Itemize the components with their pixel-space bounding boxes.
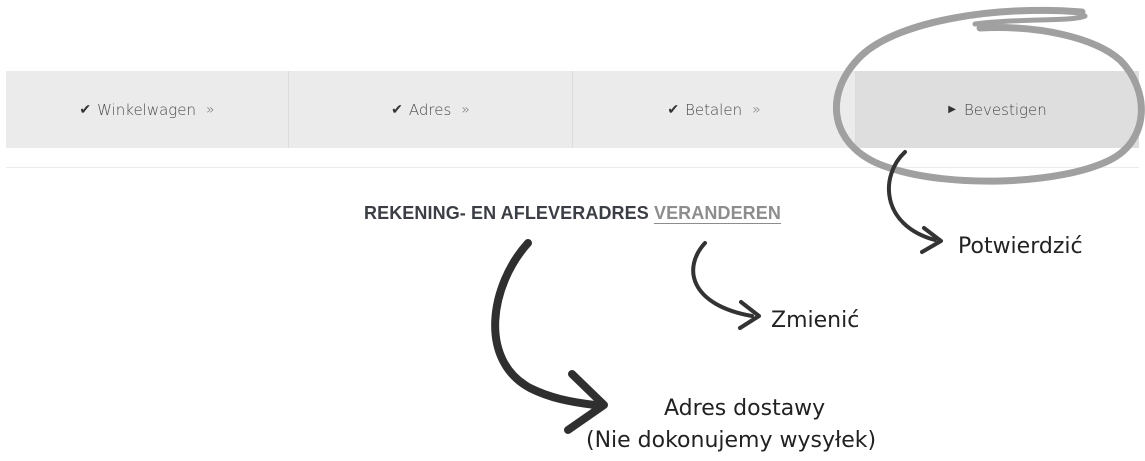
check-icon: ✔ [79, 101, 92, 118]
chevron-double-right-icon: » [752, 101, 761, 118]
arrow-confirm-head [920, 226, 943, 254]
arrow-change [691, 241, 754, 318]
address-heading-text: REKENING- EN AFLEVERADRES [364, 203, 649, 223]
caret-right-icon: ▶ [948, 104, 956, 115]
step-winkelwagen[interactable]: ✔ Winkelwagen » [6, 71, 289, 148]
annotation-change: Zmienić [771, 308, 860, 333]
chevron-double-right-icon: » [206, 101, 215, 118]
chevron-double-right-icon: » [461, 101, 470, 118]
highlight-circle-stroke2 [972, 13, 1088, 27]
step-label: Bevestigen [963, 100, 1047, 119]
check-icon: ✔ [391, 101, 403, 118]
check-icon: ✔ [667, 101, 680, 118]
annotation-delivery-line1: Adres dostawy [664, 396, 826, 421]
step-label: Betalen [685, 100, 743, 119]
checkout-steps: ✔ Winkelwagen » ✔ Adres » ✔ Betalen » ▶ … [6, 71, 1139, 148]
address-heading: REKENING- EN AFLEVERADRES VERANDEREN [0, 203, 1145, 224]
annotation-drawing [491, 6, 1145, 434]
arrow-delivery-head [564, 370, 608, 434]
annotation-confirm: Potwierdzić [958, 234, 1083, 259]
step-adres[interactable]: ✔ Adres » [289, 71, 573, 148]
step-betalen[interactable]: ✔ Betalen » [573, 71, 856, 148]
change-address-link[interactable]: VERANDEREN [654, 203, 781, 223]
annotation-delivery-line2: (Nie dokonujemy wysyłek) [586, 428, 877, 453]
step-bevestigen[interactable]: ▶ Bevestigen [856, 71, 1139, 148]
arrow-confirm [886, 150, 937, 242]
divider [6, 167, 1139, 168]
arrow-delivery [491, 239, 599, 409]
step-label: Adres [408, 100, 452, 119]
step-label: Winkelwagen [97, 100, 197, 119]
arrow-change-head [738, 300, 761, 330]
